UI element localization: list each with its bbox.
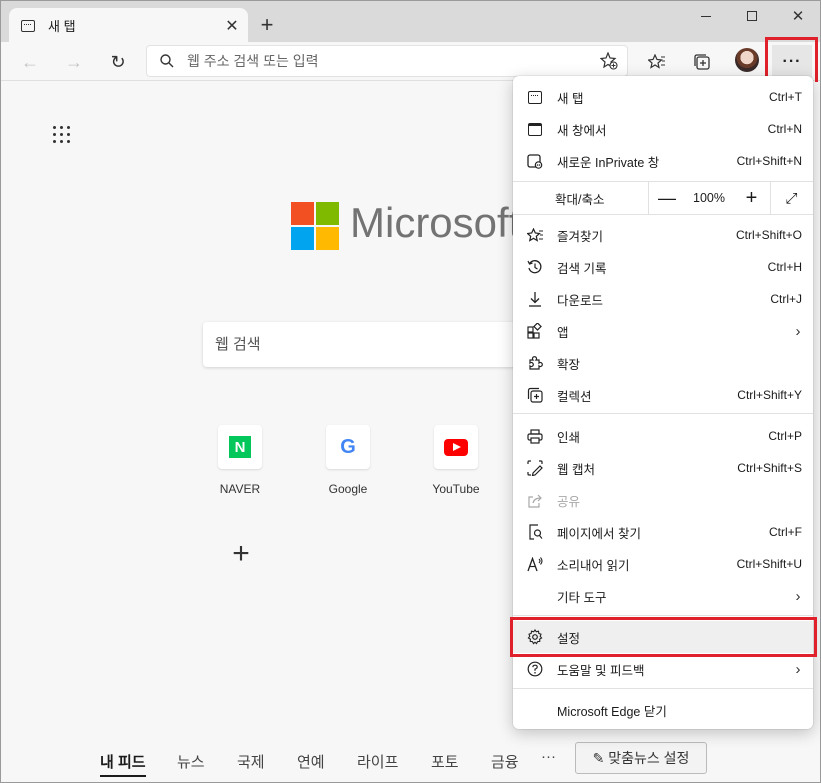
add-quick-link-button[interactable]: + [227,537,255,570]
chevron-right-icon: › [795,322,801,340]
feed-tab-world[interactable]: 국제 [237,751,265,772]
zoom-level: 100% [693,191,725,205]
search-icon [147,54,187,68]
menu-item-extensions[interactable]: 확장 [513,347,813,379]
google-icon: G [326,425,370,469]
microsoft-logo [291,202,339,250]
feed-tab-finance[interactable]: 금융 [491,751,519,772]
apps-icon [513,323,557,339]
settings-highlight [510,617,817,657]
zoom-label: 확대/축소 [555,192,605,207]
menu-item-favorites[interactable]: 즐겨찾기 Ctrl+Shift+O [513,219,813,251]
zoom-out-button[interactable]: — [648,182,685,214]
new-tab-icon [513,90,557,104]
feed-tab-life[interactable]: 라이프 [357,751,398,772]
address-input[interactable] [187,53,591,69]
share-icon [513,493,557,508]
menu-item-new-tab[interactable]: 새 탭 Ctrl+T [513,81,813,113]
browser-window: 새 탭 ✕ + ✕ ← → ↻ ··· [0,0,821,783]
news-feed-nav: 내 피드 뉴스 국제 연예 라이프 포토 금융 ··· ✎ 맞춤뉴스 설정 [1,742,820,782]
menu-item-close-edge[interactable]: Microsoft Edge 닫기 [513,694,813,726]
menu-item-history[interactable]: 검색 기록 Ctrl+H [513,251,813,283]
maximize-button[interactable] [729,1,775,31]
title-bar: 새 탭 ✕ + ✕ [1,1,821,43]
web-search-box[interactable] [203,322,523,367]
quick-link-label: NAVER [219,482,261,496]
favorites-icon [513,227,557,243]
new-tab-button[interactable]: + [253,11,281,39]
personalize-feed-button[interactable]: ✎ 맞춤뉴스 설정 [575,742,707,774]
menu-item-share: 공유 [513,484,813,516]
download-icon [513,291,557,307]
menu-item-print[interactable]: 인쇄 Ctrl+P [513,420,813,452]
microsoft-wordmark: Microsoft [350,199,521,246]
add-favorite-icon[interactable] [591,52,627,70]
print-icon [513,428,557,444]
menu-item-collections[interactable]: 컬렉션 Ctrl+Shift+Y [513,379,813,411]
chevron-right-icon: › [795,660,801,678]
web-capture-icon [513,460,557,476]
new-tab-page-icon [21,19,35,32]
menu-item-read-aloud[interactable]: 소리내어 읽기 Ctrl+Shift+U [513,548,813,580]
collections-icon [513,387,557,403]
inprivate-icon [513,153,557,169]
feed-tab-news[interactable]: 뉴스 [177,751,205,772]
tab-new-tab[interactable]: 새 탭 ✕ [9,8,248,43]
tab-title: 새 탭 [48,19,76,34]
feed-more-button[interactable]: ··· [541,748,556,765]
find-icon [513,524,557,540]
fullscreen-icon[interactable]: ⤢ [770,182,812,214]
history-icon [513,259,557,275]
profile-avatar[interactable] [735,48,759,72]
quick-link-naver[interactable]: N NAVER [200,425,280,496]
menu-item-more-tools[interactable]: 기타 도구 › [513,580,813,612]
minimize-button[interactable] [683,1,729,31]
naver-icon: N [218,425,262,469]
tab-close-icon[interactable]: ✕ [220,14,244,38]
menu-divider [513,688,813,689]
refresh-button[interactable]: ↻ [103,47,133,77]
menu-item-inprivate[interactable]: 새로운 InPrivate 창 Ctrl+Shift+N [513,145,813,177]
menu-item-new-window[interactable]: 새 창에서 Ctrl+N [513,113,813,145]
menu-divider [513,413,813,414]
minimize-icon [701,15,711,17]
read-aloud-icon [513,556,557,572]
youtube-icon [434,425,478,469]
quick-link-google[interactable]: G Google [308,425,388,496]
feed-tab-photo[interactable]: 포토 [431,751,459,772]
quick-link-label: YouTube [432,482,480,496]
close-window-button[interactable]: ✕ [775,1,821,31]
zoom-in-button[interactable]: + [733,182,770,214]
feed-tab-entertainment[interactable]: 연예 [297,751,325,772]
help-icon [513,661,557,677]
web-search-input[interactable] [215,336,523,353]
extensions-icon [513,355,557,371]
favorites-icon[interactable] [642,47,672,77]
menu-item-find-on-page[interactable]: 페이지에서 찾기 Ctrl+F [513,516,813,548]
address-bar[interactable] [146,45,628,77]
quick-link-label: Google [328,482,368,496]
back-button[interactable]: ← [15,47,45,77]
collections-icon[interactable] [687,47,717,77]
menu-item-web-capture[interactable]: 웹 캡처 Ctrl+Shift+S [513,452,813,484]
quick-link-youtube[interactable]: YouTube [416,425,496,496]
close-icon: ✕ [791,8,805,25]
app-launcher-icon[interactable] [53,126,71,144]
chevron-right-icon: › [795,587,801,605]
menu-item-help-feedback[interactable]: 도움말 및 피드백 › [513,653,813,685]
new-window-icon [513,122,557,136]
maximize-icon [747,11,757,21]
menu-item-downloads[interactable]: 다운로드 Ctrl+J [513,283,813,315]
menu-divider [513,214,813,215]
menu-zoom-row: 확대/축소 — 100% + ⤢ [513,182,813,214]
feed-tab-my-feed[interactable]: 내 피드 [100,751,146,777]
menu-divider [513,615,813,616]
menu-item-apps[interactable]: 앱 › [513,315,813,347]
forward-button[interactable]: → [59,47,89,77]
